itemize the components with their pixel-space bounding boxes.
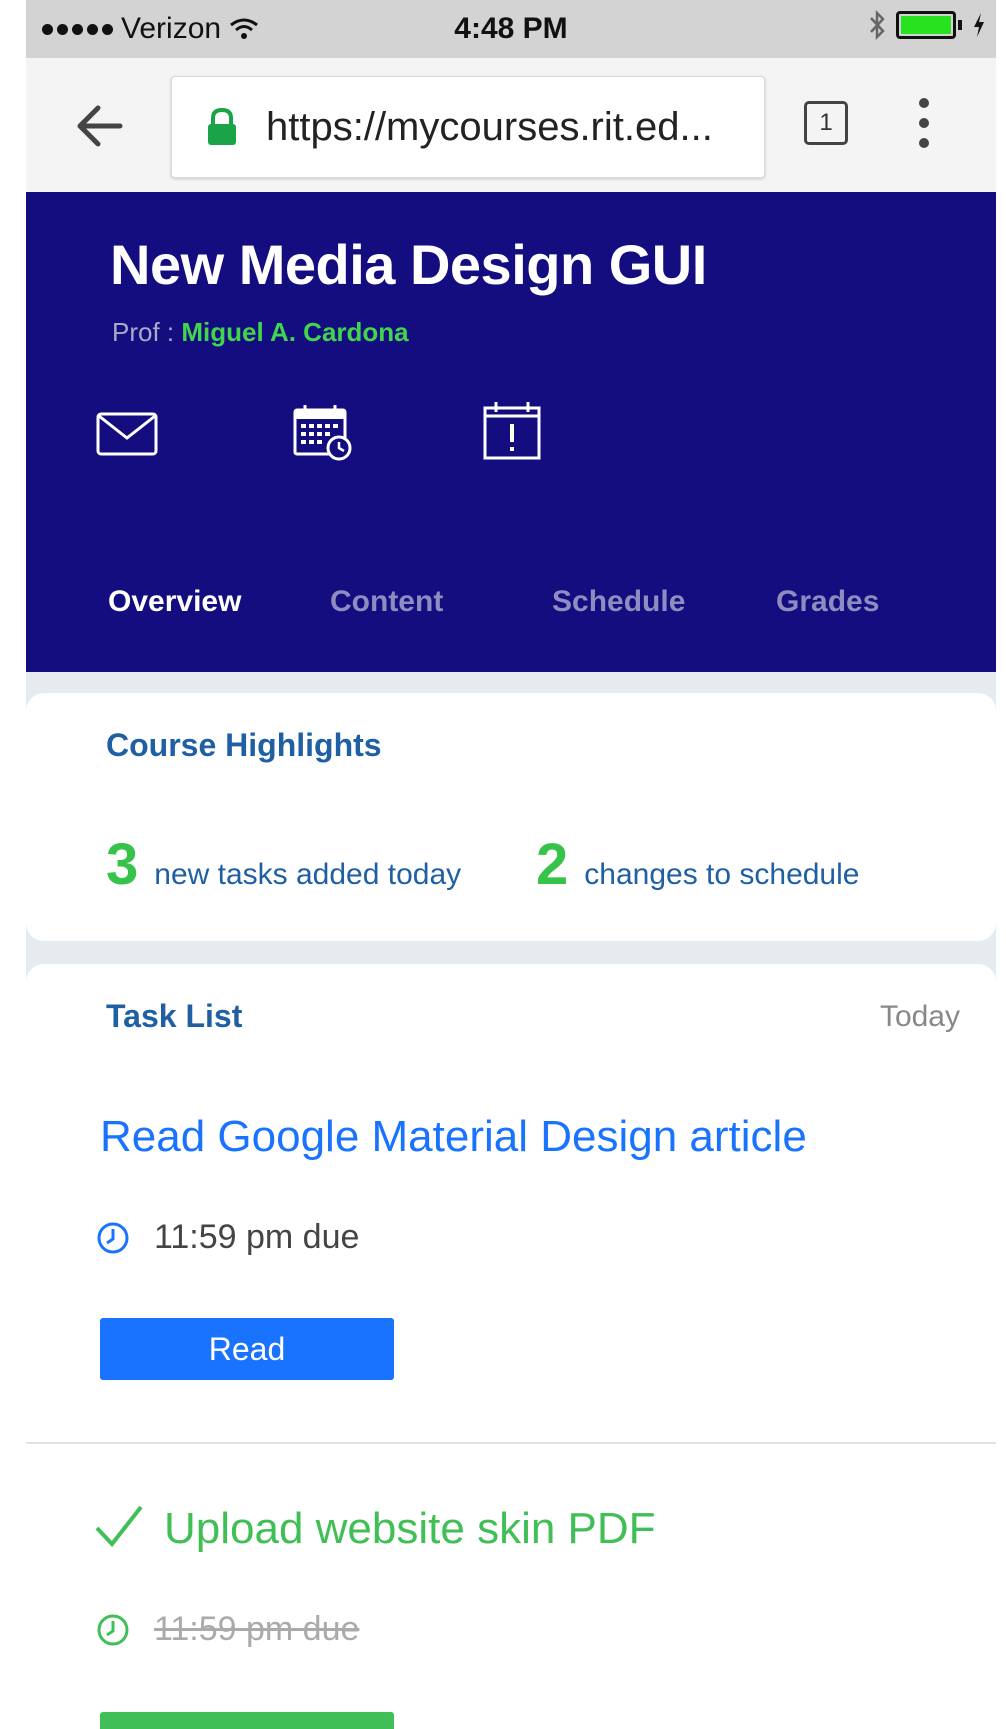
battery-icon — [896, 11, 956, 39]
calendar-alert-icon[interactable] — [482, 400, 544, 462]
mail-icon[interactable] — [96, 412, 158, 456]
highlights-title: Course Highlights — [106, 727, 382, 763]
professor-label: Prof : — [112, 317, 175, 347]
task-list-title: Task List — [106, 998, 243, 1034]
overflow-menu-icon[interactable] — [916, 98, 932, 148]
divider — [26, 1442, 996, 1444]
stat-schedule-changes[interactable]: 2 changes to schedule — [536, 831, 859, 898]
checkmark-icon — [95, 1505, 143, 1548]
stat-label: new tasks added today — [154, 858, 462, 891]
phone-screen: Verizon 4:48 PM https://mycourses.rit.ed… — [26, 0, 996, 1729]
status-right — [868, 10, 986, 40]
address-bar[interactable]: https://mycourses.rit.ed... — [171, 76, 765, 178]
stat-number: 3 — [106, 832, 139, 897]
task-list-card: Task List Today Read Google Material Des… — [26, 964, 996, 1729]
tab-grades[interactable]: Grades — [776, 585, 879, 619]
back-arrow-icon[interactable] — [70, 96, 130, 156]
task-due: 11:59 pm due — [96, 1218, 359, 1257]
lock-icon — [208, 107, 236, 145]
date-label: Today — [879, 1000, 960, 1033]
professor-line: Prof : Miguel A. Cardona — [112, 317, 409, 348]
bluetooth-icon — [870, 10, 885, 40]
completed-task-button[interactable] — [100, 1712, 394, 1729]
task-title[interactable]: Read Google Material Design article — [100, 1112, 807, 1162]
course-tabs: Overview Content Schedule Grades — [108, 585, 879, 619]
task-due: 11:59 pm due — [96, 1610, 359, 1649]
stat-new-tasks[interactable]: 3 new tasks added today — [106, 831, 461, 898]
clock-icon — [97, 1222, 129, 1253]
calendar-clock-icon[interactable] — [292, 402, 354, 464]
tab-overview[interactable]: Overview — [108, 585, 330, 619]
course-highlights-card: Course Highlights 3 new tasks added toda… — [26, 693, 996, 941]
read-button[interactable]: Read — [100, 1318, 394, 1380]
professor-name[interactable]: Miguel A. Cardona — [181, 317, 408, 347]
charging-icon — [974, 13, 984, 37]
course-title: New Media Design GUI — [110, 233, 707, 296]
battery-tip — [958, 20, 962, 30]
task-title[interactable]: Upload website skin PDF — [164, 1504, 656, 1554]
url-text: https://mycourses.rit.ed... — [266, 104, 713, 149]
battery-fill — [901, 16, 951, 34]
course-header: New Media Design GUI Prof : Miguel A. Ca… — [26, 192, 996, 672]
browser-toolbar: https://mycourses.rit.ed... 1 — [26, 58, 996, 192]
due-time: 11:59 pm due — [154, 1218, 360, 1256]
tab-content[interactable]: Content — [330, 585, 552, 619]
stat-label: changes to schedule — [584, 858, 860, 891]
clock: 4:48 PM — [454, 12, 568, 45]
tab-switcher-button[interactable]: 1 — [804, 101, 848, 145]
stat-number: 2 — [536, 832, 569, 897]
clock-icon — [97, 1614, 129, 1645]
status-bar: Verizon 4:48 PM — [26, 0, 996, 58]
tab-schedule[interactable]: Schedule — [552, 585, 776, 619]
due-time: 11:59 pm due — [154, 1610, 360, 1648]
